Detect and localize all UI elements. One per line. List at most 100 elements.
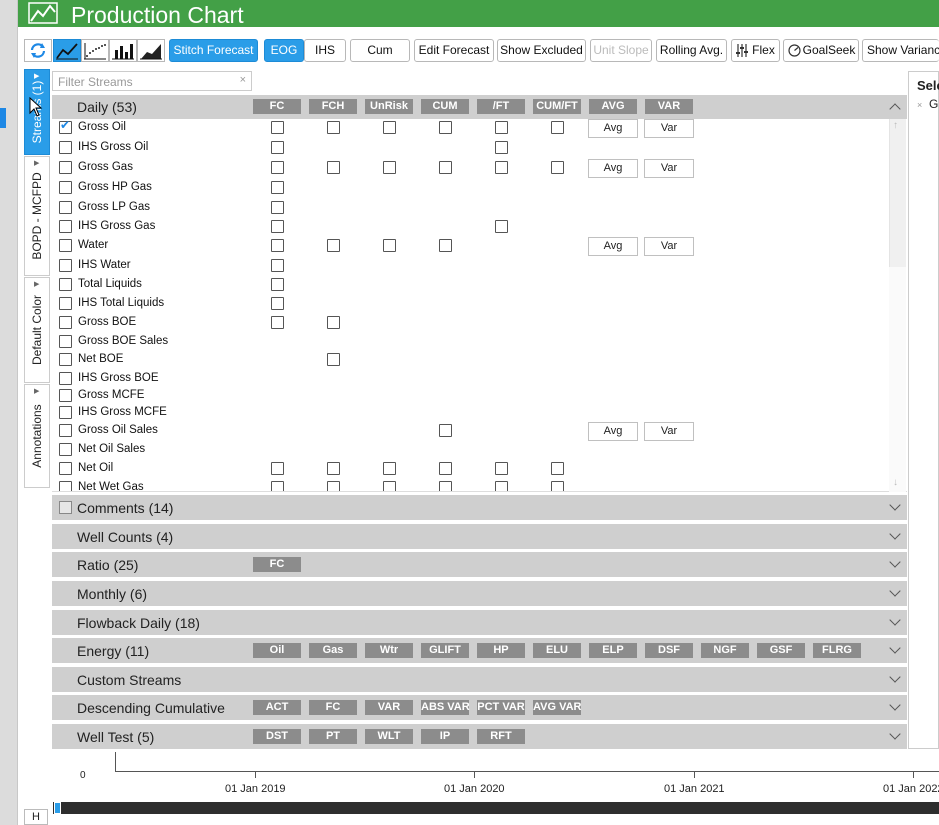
group-pill[interactable]: HP xyxy=(477,643,525,658)
stitch-forecast-button[interactable]: Stitch Forecast xyxy=(169,39,258,62)
column-checkbox-fc[interactable] xyxy=(271,481,284,491)
column-checkbox-ft[interactable] xyxy=(495,161,508,174)
group-monthly[interactable]: Monthly (6) xyxy=(52,581,907,606)
chevron-down-icon[interactable] xyxy=(889,699,901,711)
group-pill[interactable]: ABS VAR xyxy=(421,700,470,715)
column-checkbox-fc[interactable] xyxy=(271,239,284,252)
group-pill[interactable]: Gas xyxy=(309,643,357,658)
clear-filter-icon[interactable]: × xyxy=(240,74,246,86)
group-pill[interactable]: Wtr xyxy=(365,643,413,658)
column-checkbox-cumft[interactable] xyxy=(551,481,564,491)
group-pill[interactable]: Oil xyxy=(253,643,301,658)
flex-button[interactable]: Flex xyxy=(731,39,780,62)
stream-checkbox[interactable] xyxy=(59,462,72,475)
line-chart-icon[interactable] xyxy=(53,39,81,62)
column-checkbox-cum[interactable] xyxy=(439,462,452,475)
group-pill[interactable]: PCT VAR xyxy=(477,700,525,715)
group-pill[interactable]: IP xyxy=(421,729,469,744)
refresh-icon[interactable] xyxy=(24,39,52,62)
show-variance-button[interactable]: Show Varianc xyxy=(862,39,939,62)
bar-chart-icon[interactable] xyxy=(109,39,137,62)
column-checkbox-ft[interactable] xyxy=(495,141,508,154)
group-pill[interactable]: PT xyxy=(309,729,357,744)
stream-checkbox[interactable] xyxy=(59,201,72,214)
chevron-down-icon[interactable] xyxy=(889,614,901,626)
column-checkbox-unrisk[interactable] xyxy=(383,161,396,174)
group-daily[interactable]: Daily (53) FC FCH UnRisk CUM/FT CUM/FT AVG VAR xyxy=(52,95,907,119)
chevron-down-icon[interactable] xyxy=(889,528,901,540)
column-checkbox-cum[interactable] xyxy=(439,424,452,437)
column-checkbox-fc[interactable] xyxy=(271,201,284,214)
stream-checkbox[interactable] xyxy=(59,481,72,491)
column-checkbox-cumft[interactable] xyxy=(551,462,564,475)
tab-bopd-mcfpd[interactable]: ▶ BOPD - MCFPD xyxy=(24,156,50,276)
column-checkbox-unrisk[interactable] xyxy=(383,462,396,475)
stream-checkbox[interactable] xyxy=(59,278,72,291)
var-button[interactable]: Var xyxy=(644,422,694,441)
scatter-chart-icon[interactable] xyxy=(81,39,109,62)
stream-checkbox[interactable] xyxy=(59,181,72,194)
stream-checkbox[interactable] xyxy=(59,406,72,419)
group-descending-cumulative[interactable]: Descending Cumulative ACT FC VAR ABS VAR PCT … xyxy=(52,695,907,720)
group-well-test[interactable]: Well Test (5) DST PT WLT IP RFT xyxy=(52,724,907,749)
column-checkbox-cumft[interactable] xyxy=(551,121,564,134)
stream-checkbox[interactable] xyxy=(59,424,72,437)
column-checkbox-fc[interactable] xyxy=(271,278,284,291)
goalseek-button[interactable]: GoalSeek xyxy=(783,39,859,62)
column-checkbox-fch[interactable] xyxy=(327,462,340,475)
column-checkbox-ft[interactable] xyxy=(495,121,508,134)
stream-checkbox[interactable] xyxy=(59,161,72,174)
column-checkbox-fch[interactable] xyxy=(327,481,340,491)
chevron-down-icon[interactable] xyxy=(889,556,901,568)
group-flowback-daily[interactable]: Flowback Daily (18) xyxy=(52,610,907,635)
avg-button[interactable]: Avg xyxy=(588,422,638,441)
rolling-avg-button[interactable]: Rolling Avg. xyxy=(656,39,727,62)
group-checkbox[interactable] xyxy=(59,501,72,514)
stream-checkbox[interactable] xyxy=(59,443,72,456)
chevron-down-icon[interactable] xyxy=(889,671,901,683)
group-comments[interactable]: Comments (14) xyxy=(52,495,907,520)
avg-button[interactable]: Avg xyxy=(588,159,638,178)
column-checkbox-unrisk[interactable] xyxy=(383,121,396,134)
chevron-down-icon[interactable] xyxy=(889,728,901,740)
column-checkbox-cum[interactable] xyxy=(439,161,452,174)
column-checkbox-ft[interactable] xyxy=(495,220,508,233)
group-pill[interactable]: AVG VAR xyxy=(533,700,582,715)
stream-checkbox[interactable] xyxy=(59,372,72,385)
group-pill[interactable]: ACT xyxy=(253,700,301,715)
edit-forecast-button[interactable]: Edit Forecast xyxy=(414,39,494,62)
scroll-down-icon[interactable]: ↓ xyxy=(893,477,898,488)
group-pill[interactable]: GSF xyxy=(757,643,805,658)
column-checkbox-unrisk[interactable] xyxy=(383,239,396,252)
chevron-down-icon[interactable] xyxy=(889,499,901,511)
stream-checkbox[interactable] xyxy=(59,239,72,252)
column-checkbox-fch[interactable] xyxy=(327,239,340,252)
column-checkbox-fc[interactable] xyxy=(271,161,284,174)
column-checkbox-fch[interactable] xyxy=(327,161,340,174)
group-energy[interactable]: Energy (11) Oil Gas Wtr GLIFT HP ELU ELP DSF NGF G… xyxy=(52,638,907,663)
stream-checkbox[interactable] xyxy=(59,316,72,329)
group-pill[interactable]: DST xyxy=(253,729,301,744)
group-pill[interactable]: NGF xyxy=(701,643,749,658)
column-checkbox-fc[interactable] xyxy=(271,220,284,233)
timeline-scrubber[interactable] xyxy=(53,802,939,814)
column-checkbox-unrisk[interactable] xyxy=(383,481,396,491)
ihs-button[interactable]: IHS xyxy=(304,39,346,62)
var-button[interactable]: Var xyxy=(644,159,694,178)
var-button[interactable]: Var xyxy=(644,237,694,256)
avg-button[interactable]: Avg xyxy=(588,119,638,138)
filter-streams-input[interactable]: Filter Streams × xyxy=(52,71,252,91)
h-button[interactable]: H xyxy=(24,809,48,825)
tab-annotations[interactable]: ▶ Annotations xyxy=(24,384,50,488)
column-checkbox-fc[interactable] xyxy=(271,462,284,475)
timeline-handle[interactable] xyxy=(54,802,61,814)
group-pill[interactable]: GLIFT xyxy=(421,643,469,658)
stream-checkbox[interactable] xyxy=(59,389,72,402)
column-checkbox-fc[interactable] xyxy=(271,297,284,310)
eog-button[interactable]: EOG xyxy=(264,39,304,62)
group-pill[interactable]: VAR xyxy=(365,700,413,715)
chevron-down-icon[interactable] xyxy=(889,642,901,654)
column-checkbox-ft[interactable] xyxy=(495,462,508,475)
column-checkbox-fc[interactable] xyxy=(271,141,284,154)
group-pill[interactable]: ELP xyxy=(589,643,637,658)
